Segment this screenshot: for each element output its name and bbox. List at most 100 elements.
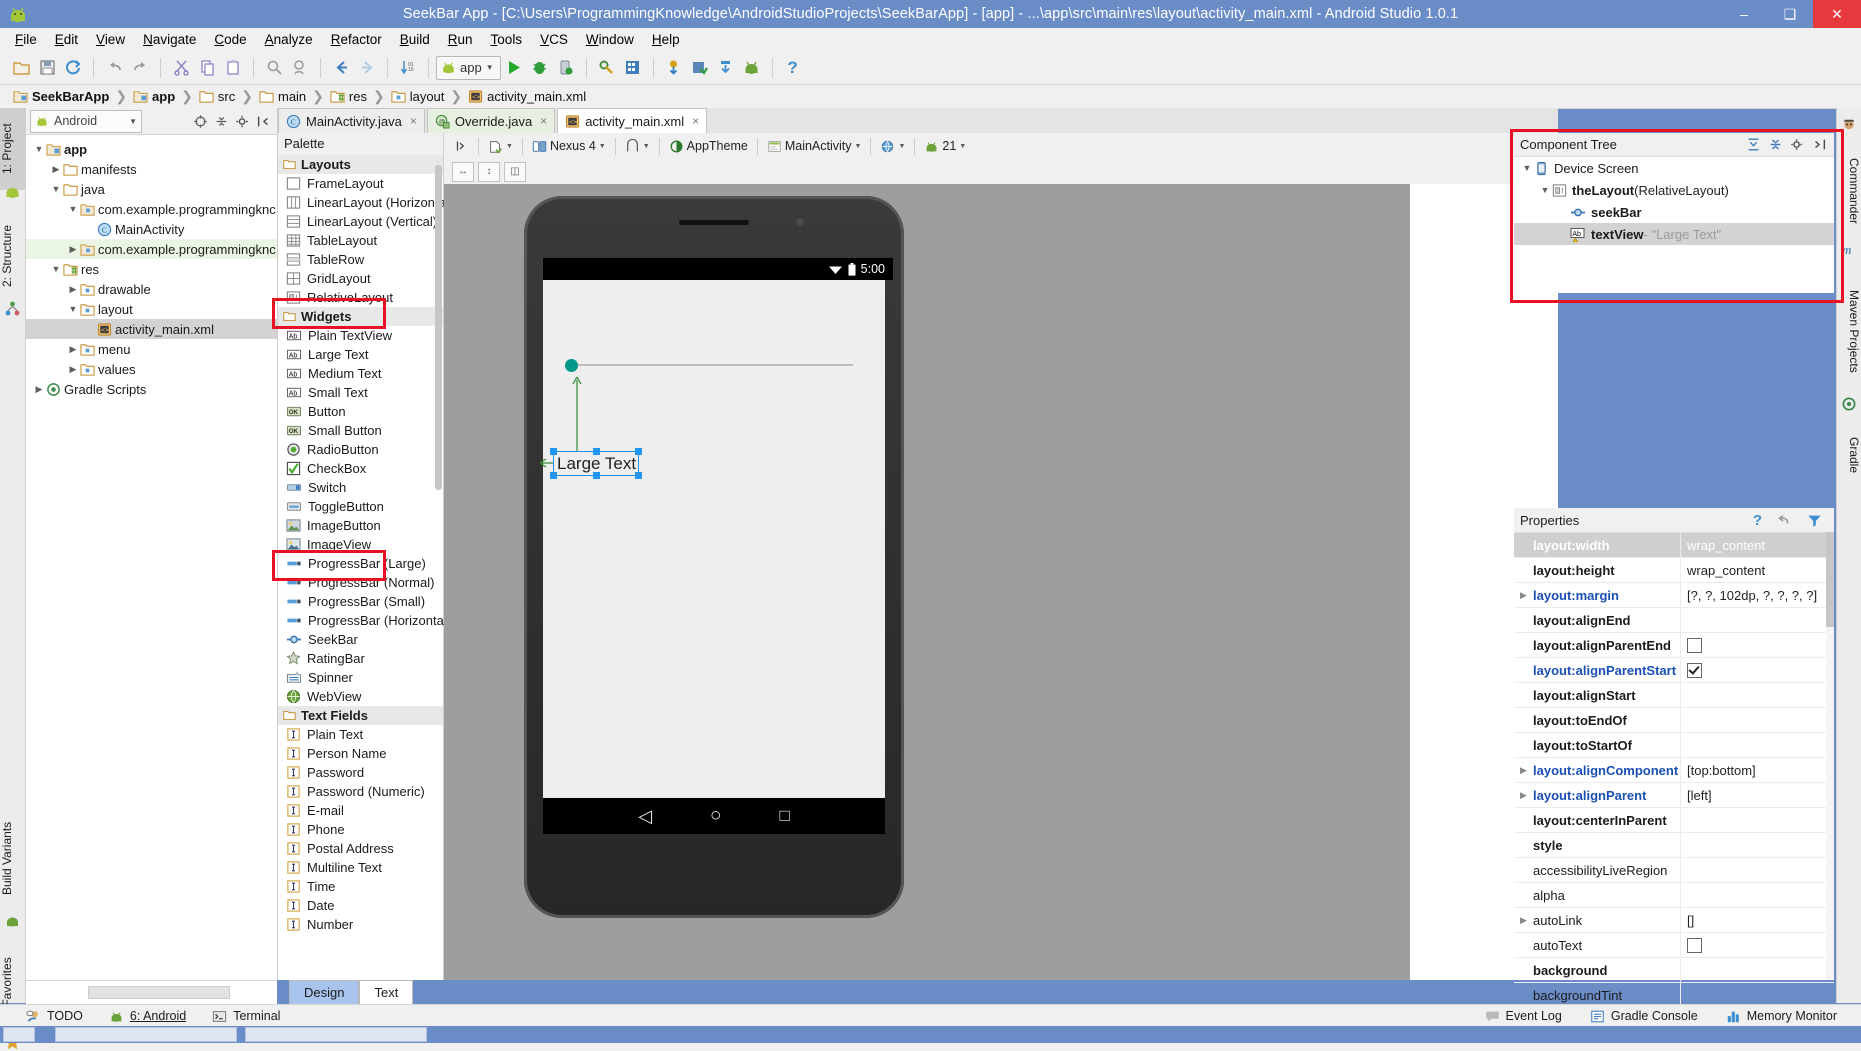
property-value-cell[interactable]: [] — [1680, 908, 1834, 932]
project-tree-item-values[interactable]: ▶ values — [26, 359, 277, 379]
property-row-alpha[interactable]: alpha — [1514, 883, 1834, 908]
component-tree-node-device screen[interactable]: ▼ Device Screen — [1514, 157, 1834, 179]
palette-item-tablerow[interactable]: TableRow — [278, 250, 443, 269]
property-row-layout-width[interactable]: layout:width wrap_content — [1514, 533, 1834, 558]
activity-selector[interactable]: MainActivity ▼ — [762, 135, 867, 157]
property-value-cell[interactable] — [1680, 958, 1834, 982]
palette-item-spinner[interactable]: Spinner — [278, 668, 443, 687]
sync-icon[interactable] — [60, 55, 86, 81]
expand-vertical-icon[interactable]: ↕ — [478, 161, 500, 182]
chevron-right-icon[interactable]: ▶ — [49, 164, 63, 175]
orientation-selector[interactable]: ▼ — [620, 135, 655, 157]
project-tree-item-mainactivity[interactable]: C MainActivity — [26, 219, 277, 239]
palette-item-large-text[interactable]: Ab Large Text — [278, 345, 443, 364]
maximize-button[interactable]: ❑ — [1767, 0, 1813, 28]
config-variant-selector[interactable]: ▼ — [483, 135, 518, 157]
palette-item-progressbar--large-[interactable]: ProgressBar (Large) — [278, 554, 443, 573]
palette-item-postal-address[interactable]: Postal Address — [278, 839, 443, 858]
property-value-cell[interactable] — [1680, 633, 1834, 657]
open-folder-icon[interactable] — [8, 55, 34, 81]
debug-icon[interactable] — [527, 55, 553, 81]
project-tree-item-app[interactable]: ▼ app — [26, 139, 277, 159]
palette-item-linearlayout--horizontal-[interactable]: LinearLayout (Horizontal) — [278, 193, 453, 212]
sidebar-item-commander[interactable]: Commander — [1837, 136, 1861, 246]
back-icon[interactable] — [328, 55, 354, 81]
device-selector[interactable]: Nexus 4 ▼ — [527, 135, 611, 157]
chevron-down-icon[interactable]: ▼ — [66, 304, 80, 314]
palette-item-progressbar--horizontal-[interactable]: ProgressBar (Horizontal) — [278, 611, 451, 630]
palette-item-imagebutton[interactable]: ImageButton — [278, 516, 443, 535]
theme-selector[interactable]: AppTheme — [664, 135, 753, 157]
bottom-item-memory-monitor[interactable]: Memory Monitor — [1726, 1009, 1837, 1024]
palette-item-plain-text[interactable]: Plain Text — [278, 725, 443, 744]
menu-item-code[interactable]: Code — [205, 30, 255, 49]
property-value-cell[interactable] — [1680, 733, 1834, 757]
expand-triangle-icon[interactable]: ▶ — [1520, 915, 1533, 926]
property-row-layout-aligncomponent[interactable]: ▶ layout:alignComponent [top:bottom] — [1514, 758, 1834, 783]
chevron-right-icon[interactable]: ▶ — [66, 344, 80, 355]
project-tree-item-res[interactable]: ▼ res — [26, 259, 277, 279]
menu-item-navigate[interactable]: Navigate — [134, 30, 205, 49]
chevron-down-icon[interactable]: ▼ — [32, 144, 46, 154]
seekbar-thumb[interactable] — [565, 359, 578, 372]
property-row-layout-height[interactable]: layout:height wrap_content — [1514, 558, 1834, 583]
bottom-item-event-log[interactable]: Event Log — [1485, 1009, 1562, 1024]
gear-icon[interactable] — [233, 112, 252, 131]
property-row-layout-alignparent[interactable]: ▶ layout:alignParent [left] — [1514, 783, 1834, 808]
sdk-manager-icon[interactable] — [594, 55, 620, 81]
close-icon[interactable]: × — [410, 114, 417, 128]
project-tree-item-com-example-programmingknc[interactable]: ▼ com.example.programmingknc — [26, 199, 277, 219]
avd-manager-icon[interactable] — [620, 55, 646, 81]
help-icon[interactable]: ? — [1753, 512, 1762, 529]
expand-triangle-icon[interactable]: ▶ — [1520, 765, 1533, 776]
project-tree-item-manifests[interactable]: ▶ manifests — [26, 159, 277, 179]
breadcrumb-item-layout[interactable]: layout — [386, 89, 450, 104]
property-row-layout-alignparentend[interactable]: layout:alignParentEnd — [1514, 633, 1834, 658]
breadcrumb-item-src[interactable]: src — [194, 89, 240, 104]
vcs-pull-icon[interactable] — [713, 55, 739, 81]
menu-item-help[interactable]: Help — [643, 30, 689, 49]
property-value-cell[interactable]: [?, ?, 102dp, ?, ?, ?, ?] — [1680, 583, 1834, 607]
property-checkbox[interactable] — [1687, 637, 1702, 653]
menu-item-refactor[interactable]: Refactor — [322, 30, 391, 49]
property-value-cell[interactable] — [1680, 833, 1834, 857]
chevron-right-icon[interactable]: ▶ — [66, 284, 80, 295]
project-tree[interactable]: ▼ app ▶ manifests ▼ java ▼ com.example.programm… — [26, 135, 277, 399]
palette-item-password[interactable]: Password — [278, 763, 443, 782]
project-hscroll-thumb[interactable] — [88, 986, 230, 999]
property-value-cell[interactable] — [1680, 658, 1834, 682]
collapse-all-icon[interactable] — [1766, 135, 1785, 154]
property-checkbox[interactable] — [1687, 662, 1702, 678]
search-icon[interactable] — [261, 55, 287, 81]
property-row-layout-centerinparent[interactable]: layout:centerInParent — [1514, 808, 1834, 833]
target-icon[interactable] — [191, 112, 210, 131]
property-value-cell[interactable] — [1680, 883, 1834, 907]
property-value-cell[interactable] — [1680, 933, 1834, 957]
sidebar-item-build-variants[interactable]: Build Variants — [0, 798, 25, 918]
vcs-commit-icon[interactable] — [687, 55, 713, 81]
editor-tab-activity-main-xml[interactable]: <> activity_main.xml × — [557, 108, 708, 133]
palette-item-plain-textview[interactable]: Ab Plain TextView — [278, 326, 443, 345]
menu-item-analyze[interactable]: Analyze — [256, 30, 322, 49]
hide-panel-icon[interactable] — [1810, 135, 1829, 154]
property-value-cell[interactable]: wrap_content — [1680, 533, 1834, 557]
palette-item-switch[interactable]: Switch — [278, 478, 443, 497]
chevron-right-icon[interactable]: ▶ — [66, 364, 80, 375]
preview-seekbar[interactable] — [565, 358, 855, 372]
breadcrumb-item-main[interactable]: main — [254, 89, 311, 104]
menu-item-view[interactable]: View — [87, 30, 134, 49]
expand-triangle-icon[interactable]: ▶ — [1520, 590, 1533, 601]
project-tree-item-drawable[interactable]: ▶ drawable — [26, 279, 277, 299]
project-tree-item-com-example-programmingknc[interactable]: ▶ com.example.programmingknc — [26, 239, 277, 259]
vcs-update-icon[interactable] — [661, 55, 687, 81]
resize-handle-tr[interactable] — [635, 448, 642, 455]
chevron-right-icon[interactable]: ▶ — [66, 244, 80, 255]
menu-item-tools[interactable]: Tools — [482, 30, 532, 49]
locale-selector[interactable]: ▼ — [875, 135, 910, 157]
project-tree-item-activity-main-xml[interactable]: <> activity_main.xml — [26, 319, 277, 339]
search-structure-icon[interactable] — [287, 55, 313, 81]
chevron-down-icon[interactable]: ▼ — [1538, 185, 1552, 195]
bottom-item-terminal[interactable]: Terminal — [212, 1009, 280, 1024]
property-row-layout-alignend[interactable]: layout:alignEnd — [1514, 608, 1834, 633]
chevron-right-icon[interactable]: ▶ — [32, 384, 46, 395]
